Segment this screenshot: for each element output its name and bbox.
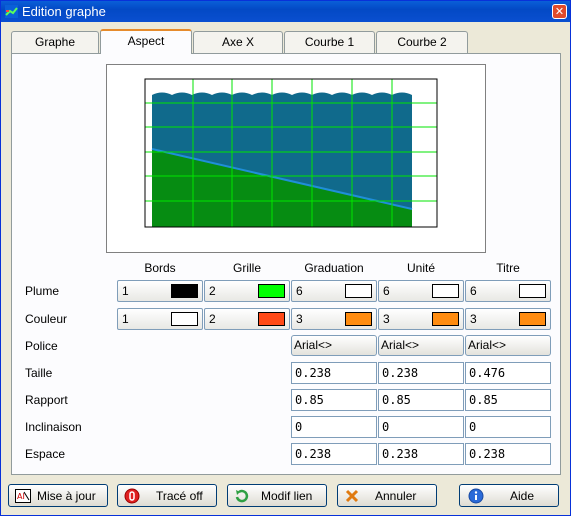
refresh-icon xyxy=(235,489,249,503)
pen-number: 1 xyxy=(122,284,129,298)
inclinaison-unite-field[interactable]: 0 xyxy=(378,416,464,438)
trace-off-label: Tracé off xyxy=(156,489,203,503)
color-swatch xyxy=(432,284,459,298)
inclinaison-graduation-field[interactable]: 0 xyxy=(291,416,377,438)
pen-number: 6 xyxy=(470,284,477,298)
color-swatch xyxy=(171,312,198,326)
pen-number: 6 xyxy=(383,284,390,298)
tab-axe-x[interactable]: Axe X xyxy=(193,31,283,53)
plume-titre-picker[interactable]: 6 xyxy=(465,280,551,302)
window-title: Edition graphe xyxy=(22,4,106,19)
cancel-icon xyxy=(345,489,359,503)
svg-text:AI: AI xyxy=(17,492,25,501)
tab-courbe-2[interactable]: Courbe 2 xyxy=(376,31,468,53)
plume-grille-picker[interactable]: 2 xyxy=(204,280,290,302)
app-icon xyxy=(5,5,18,18)
modif-lien-label: Modif lien xyxy=(261,489,313,503)
trace-off-button[interactable]: Tracé off xyxy=(117,484,217,507)
aspect-panel: Bords Grille Graduation Unité Titre Plum… xyxy=(11,53,561,475)
row-label-espace: Espace xyxy=(25,447,66,461)
row-label-inclinaison: Inclinaison xyxy=(25,420,82,434)
update-icon: AI xyxy=(15,489,31,503)
couleur-titre-picker[interactable]: 3 xyxy=(465,308,551,330)
police-unite-button[interactable]: Arial<> xyxy=(378,335,464,356)
inclinaison-titre-field[interactable]: 0 xyxy=(465,416,551,438)
color-number: 3 xyxy=(296,312,303,326)
plume-unite-picker[interactable]: 6 xyxy=(378,280,464,302)
col-header-unite: Unité xyxy=(406,261,435,275)
title-bar[interactable]: Edition graphe ✕ xyxy=(1,1,570,22)
tab-courbe-1[interactable]: Courbe 1 xyxy=(284,31,375,53)
police-titre-button[interactable]: Arial<> xyxy=(465,335,551,356)
couleur-unite-picker[interactable]: 3 xyxy=(378,308,464,330)
tab-graphe[interactable]: Graphe xyxy=(11,31,99,53)
color-swatch xyxy=(345,284,372,298)
cancel-label: Annuler xyxy=(375,489,417,503)
color-swatch xyxy=(171,284,198,298)
graph-preview xyxy=(106,64,486,253)
color-swatch xyxy=(432,312,459,326)
update-label: Mise à jour xyxy=(37,489,96,503)
color-swatch xyxy=(519,312,546,326)
close-icon: ✕ xyxy=(554,5,565,18)
espace-titre-field[interactable]: 0.238 xyxy=(465,443,551,465)
close-button[interactable]: ✕ xyxy=(552,4,567,19)
help-label: Aide xyxy=(510,489,535,503)
espace-unite-field[interactable]: 0.238 xyxy=(378,443,464,465)
color-swatch xyxy=(258,284,285,298)
color-swatch xyxy=(345,312,372,326)
color-swatch xyxy=(519,284,546,298)
police-graduation-button[interactable]: Arial<> xyxy=(291,335,377,356)
plume-graduation-picker[interactable]: 6 xyxy=(291,280,377,302)
stop-icon xyxy=(124,488,140,504)
col-header-graduation: Graduation xyxy=(304,261,364,275)
update-button[interactable]: AI Mise à jour xyxy=(8,484,108,507)
plume-bords-picker[interactable]: 1 xyxy=(117,280,203,302)
preview-plot xyxy=(144,78,438,228)
row-label-couleur: Couleur xyxy=(25,312,68,326)
couleur-grille-picker[interactable]: 2 xyxy=(204,308,290,330)
modif-lien-button[interactable]: Modif lien xyxy=(227,484,327,507)
couleur-graduation-picker[interactable]: 3 xyxy=(291,308,377,330)
color-number: 3 xyxy=(470,312,477,326)
espace-graduation-field[interactable]: 0.238 xyxy=(291,443,377,465)
dialog-window: Edition graphe ✕ Graphe Aspect Axe X Cou… xyxy=(0,0,571,516)
color-number: 2 xyxy=(209,312,216,326)
color-number: 3 xyxy=(383,312,390,326)
row-label-taille: Taille xyxy=(25,366,53,380)
taille-graduation-field[interactable]: 0.238 xyxy=(291,362,377,384)
color-number: 1 xyxy=(122,312,129,326)
rapport-graduation-field[interactable]: 0.85 xyxy=(291,389,377,411)
pen-number: 2 xyxy=(209,284,216,298)
row-label-rapport: Rapport xyxy=(25,393,68,407)
color-swatch xyxy=(258,312,285,326)
couleur-bords-picker[interactable]: 1 xyxy=(117,308,203,330)
col-header-bords: Bords xyxy=(144,261,176,275)
help-button[interactable]: Aide xyxy=(459,484,559,507)
rapport-unite-field[interactable]: 0.85 xyxy=(378,389,464,411)
info-icon xyxy=(468,488,484,504)
pen-number: 6 xyxy=(296,284,303,298)
rapport-titre-field[interactable]: 0.85 xyxy=(465,389,551,411)
taille-unite-field[interactable]: 0.238 xyxy=(378,362,464,384)
col-header-grille: Grille xyxy=(232,261,261,275)
row-label-plume: Plume xyxy=(25,284,60,298)
col-header-titre: Titre xyxy=(496,261,520,275)
taille-titre-field[interactable]: 0.476 xyxy=(465,362,551,384)
row-label-police: Police xyxy=(25,339,58,353)
tab-aspect[interactable]: Aspect xyxy=(100,29,192,54)
cancel-button[interactable]: Annuler xyxy=(337,484,437,507)
